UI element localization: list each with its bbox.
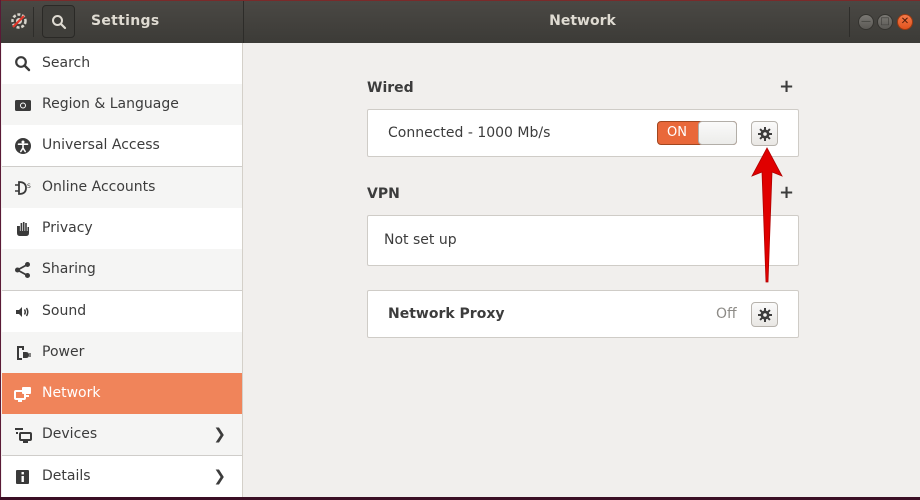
- accessibility-icon: [14, 137, 32, 155]
- share-icon: [14, 261, 32, 279]
- app-title: Settings: [91, 13, 160, 29]
- search-icon: [52, 15, 67, 30]
- chevron-right-icon: ❯: [213, 425, 226, 443]
- toggle-knob: [698, 121, 737, 145]
- titlebar: Settings Network — □ ✕: [1, 0, 920, 43]
- sidebar-item-devices[interactable]: Devices ❯: [2, 414, 242, 455]
- wired-toggle[interactable]: ON: [657, 121, 737, 145]
- close-icon: ✕: [900, 16, 910, 27]
- vpn-section-title: VPN: [367, 186, 400, 202]
- speaker-icon: [14, 303, 32, 321]
- region-flag-icon: [14, 96, 32, 114]
- vpn-status: Not set up: [384, 232, 457, 248]
- network-proxy-title: Network Proxy: [388, 306, 505, 322]
- sidebar-item-universal-access[interactable]: Universal Access: [2, 125, 242, 166]
- sidebar-item-network[interactable]: Network: [2, 373, 242, 414]
- online-accounts-icon: S: [14, 179, 32, 197]
- wired-connection-row: Connected - 1000 Mb/s ON: [367, 109, 799, 157]
- network-proxy-row[interactable]: Network Proxy Off: [367, 290, 799, 338]
- minimize-icon: —: [861, 16, 871, 27]
- sidebar-item-power[interactable]: Power: [2, 332, 242, 373]
- svg-text:S: S: [27, 183, 31, 190]
- network-proxy-settings-button[interactable]: [751, 302, 778, 327]
- sidebar-item-sharing[interactable]: Sharing: [2, 249, 242, 290]
- panel-title: Network: [549, 13, 616, 29]
- settings-window: Settings Network — □ ✕ Search Region & L…: [0, 0, 920, 497]
- sidebar-item-label: Sharing: [42, 261, 96, 277]
- toggle-on-label: ON: [667, 125, 687, 140]
- sidebar-item-label: Privacy: [42, 220, 93, 236]
- sidebar-item-details[interactable]: Details ❯: [2, 455, 242, 497]
- devices-icon: [14, 426, 32, 444]
- sidebar-item-online-accounts[interactable]: S Online Accounts: [2, 166, 242, 208]
- search-button[interactable]: [42, 5, 75, 38]
- gear-icon: [758, 127, 772, 141]
- sidebar-item-label: Details: [42, 468, 91, 484]
- sidebar: Search Region & Language Universal Acces…: [2, 43, 243, 497]
- close-button[interactable]: ✕: [897, 14, 913, 30]
- annotation-arrow-icon: [751, 147, 783, 283]
- sidebar-item-label: Sound: [42, 303, 87, 319]
- sidebar-item-region-language[interactable]: Region & Language: [2, 84, 242, 125]
- hand-icon: [14, 220, 32, 238]
- sidebar-item-label: Network: [42, 385, 101, 401]
- sidebar-item-label: Region & Language: [42, 96, 179, 112]
- vpn-row: Not set up: [367, 215, 799, 266]
- info-icon: [14, 468, 32, 486]
- maximize-icon: □: [880, 16, 890, 27]
- titlebar-left: Settings: [1, 1, 244, 43]
- titlebar-separator: [849, 7, 850, 37]
- sidebar-item-search[interactable]: Search: [2, 43, 242, 84]
- add-wired-button[interactable]: +: [779, 76, 794, 97]
- network-proxy-status: Off: [716, 306, 737, 322]
- network-panel: Wired + Connected - 1000 Mb/s ON VPN + N…: [243, 43, 920, 497]
- power-plug-icon: [14, 344, 32, 362]
- chevron-right-icon: ❯: [213, 467, 226, 485]
- sidebar-item-label: Power: [42, 344, 85, 360]
- sidebar-item-label: Devices: [42, 426, 98, 442]
- wired-settings-button[interactable]: [751, 121, 778, 146]
- sidebar-item-privacy[interactable]: Privacy: [2, 208, 242, 249]
- maximize-button[interactable]: □: [877, 14, 893, 30]
- sidebar-item-sound[interactable]: Sound: [2, 290, 242, 332]
- minimize-button[interactable]: —: [858, 14, 874, 30]
- network-icon: [14, 385, 32, 403]
- search-icon: [14, 55, 32, 73]
- sidebar-item-label: Search: [42, 55, 91, 71]
- wired-section-title: Wired: [367, 80, 414, 96]
- titlebar-separator: [33, 7, 34, 37]
- settings-app-icon: [10, 12, 28, 30]
- wired-status: Connected - 1000 Mb/s: [388, 125, 551, 141]
- sidebar-item-label: Universal Access: [42, 137, 160, 153]
- sidebar-item-label: Online Accounts: [42, 179, 156, 195]
- gear-icon: [758, 308, 772, 322]
